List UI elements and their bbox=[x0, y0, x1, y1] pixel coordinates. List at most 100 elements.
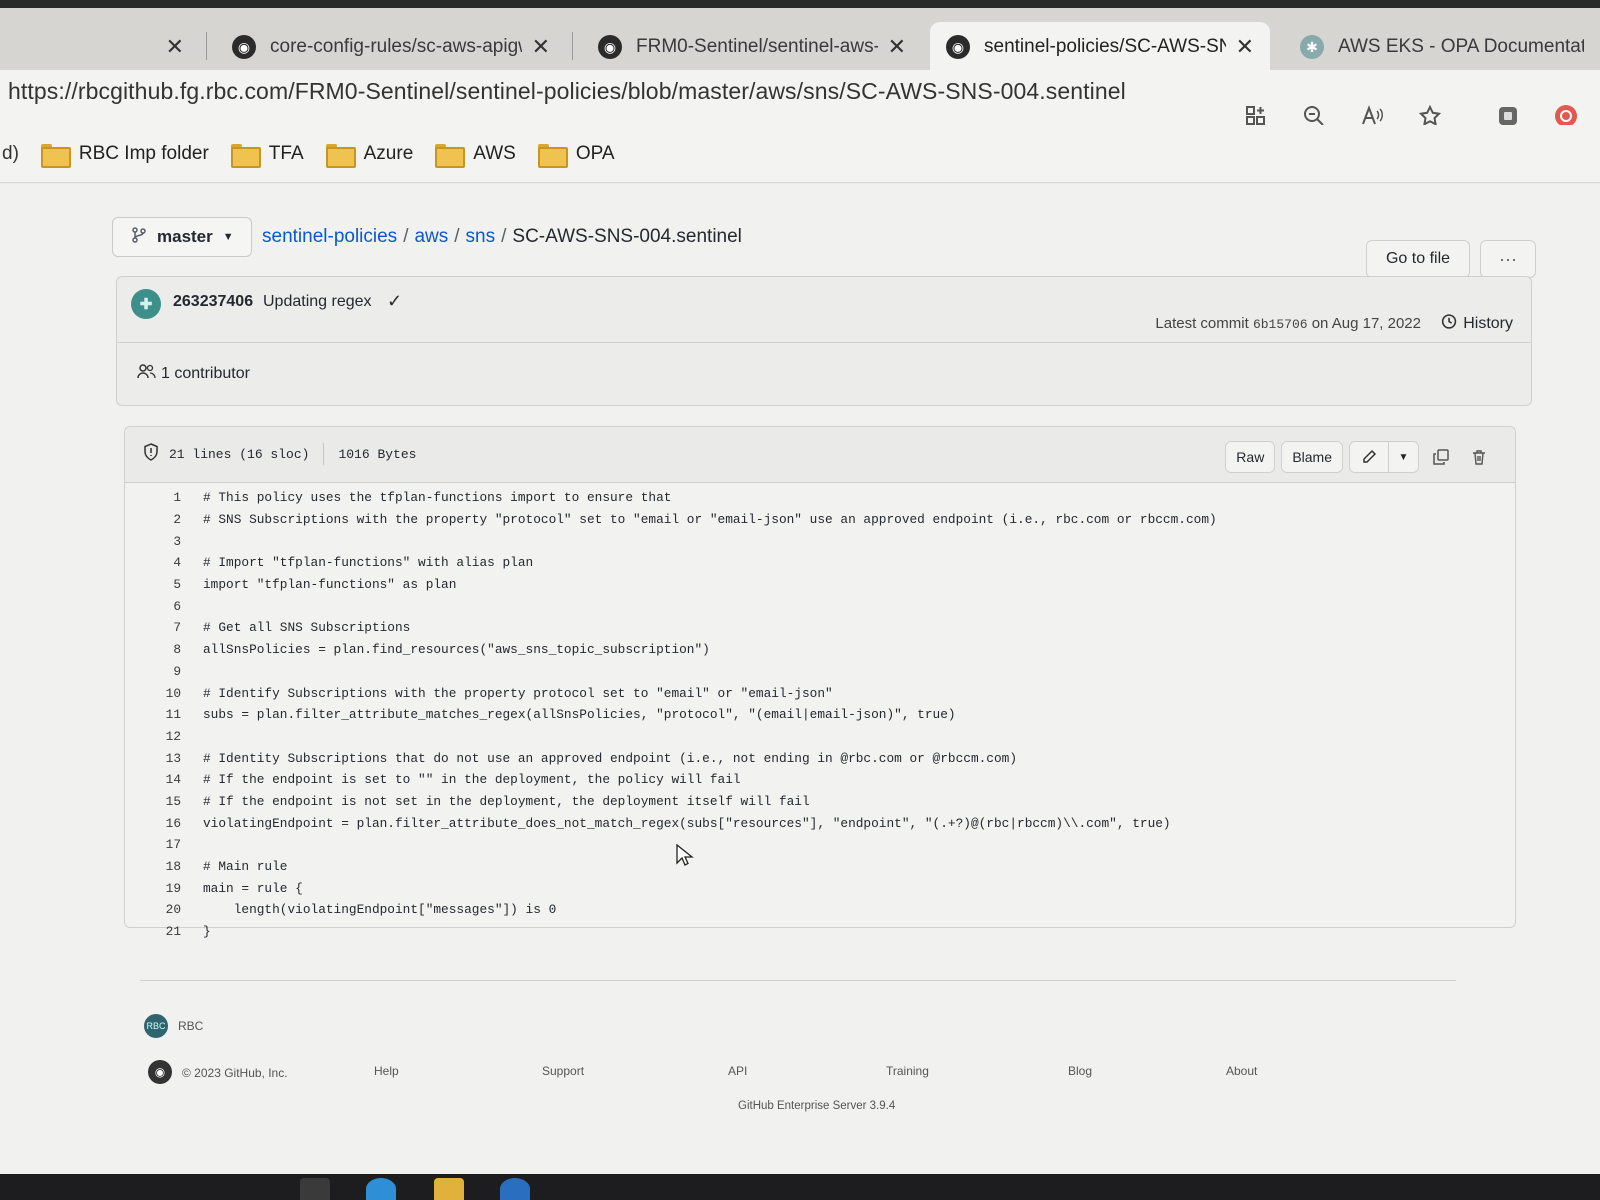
line-number[interactable]: 9 bbox=[125, 664, 181, 679]
file-info: 21 lines (16 sloc) 1016 Bytes bbox=[143, 443, 416, 465]
history-label: History bbox=[1463, 315, 1513, 332]
line-number[interactable]: 14 bbox=[125, 772, 181, 787]
commit-date: on Aug 17, 2022 bbox=[1311, 315, 1421, 332]
breadcrumb-dir-link[interactable]: aws bbox=[414, 226, 448, 247]
line-number[interactable]: 3 bbox=[125, 534, 181, 549]
commit-author[interactable]: 263237406 bbox=[173, 293, 253, 311]
footer-link-blog[interactable]: Blog bbox=[1068, 1064, 1092, 1078]
code-line: 18 # Main rule bbox=[125, 856, 1515, 878]
bookmark-folder-azure[interactable]: Azure bbox=[325, 143, 413, 168]
blame-button[interactable]: Blame bbox=[1281, 441, 1343, 473]
close-icon[interactable]: ✕ bbox=[1236, 34, 1254, 60]
breadcrumb-dir-link[interactable]: sns bbox=[466, 226, 496, 247]
chevron-down-icon[interactable]: ▼ bbox=[1388, 442, 1418, 472]
code-line: 21} bbox=[125, 921, 1515, 943]
line-number[interactable]: 11 bbox=[125, 707, 181, 722]
line-number[interactable]: 10 bbox=[125, 686, 181, 701]
footer-link-help[interactable]: Help bbox=[374, 1064, 399, 1078]
bookmark-folder-opa[interactable]: OPA bbox=[537, 142, 615, 168]
copy-icon[interactable] bbox=[1425, 441, 1457, 473]
code-line: 16 violatingEndpoint = plan.filter_attrib… bbox=[125, 812, 1515, 834]
contributors[interactable]: 1 contributor bbox=[137, 363, 250, 384]
bookmark-partial[interactable]: d) bbox=[0, 143, 19, 165]
task-view-icon[interactable] bbox=[300, 1178, 330, 1200]
browser-tab[interactable]: ◉ FRM0-Sentinel/sentinel-aws-poli ✕ bbox=[582, 22, 922, 72]
git-branch-icon bbox=[131, 226, 147, 248]
line-number[interactable]: 15 bbox=[125, 794, 181, 809]
code-line: 20 length(violatingEndpoint["messages"])… bbox=[125, 899, 1515, 921]
file-size: 1016 Bytes bbox=[338, 446, 417, 462]
line-number[interactable]: 19 bbox=[125, 881, 181, 896]
branch-selector-button[interactable]: master ▼ bbox=[112, 217, 252, 257]
browser-tab-active[interactable]: ◉ sentinel-policies/SC-AWS-SNS-0 ✕ bbox=[930, 22, 1270, 72]
address-bar: https://rbcgithub.fg.rbc.com/FRM0-Sentin… bbox=[0, 70, 1600, 127]
app-icon[interactable] bbox=[500, 1178, 530, 1200]
raw-button[interactable]: Raw bbox=[1225, 441, 1276, 473]
url-field[interactable]: https://rbcgithub.fg.rbc.com/FRM0-Sentin… bbox=[8, 78, 1126, 105]
commit-message[interactable]: Updating regex bbox=[263, 293, 372, 311]
footer-link-api[interactable]: API bbox=[728, 1064, 747, 1078]
line-number[interactable]: 16 bbox=[125, 816, 181, 831]
footer-link-training[interactable]: Training bbox=[886, 1064, 929, 1078]
line-number[interactable]: 5 bbox=[125, 577, 181, 592]
edge-browser-icon[interactable] bbox=[366, 1178, 396, 1200]
folder-icon bbox=[537, 143, 568, 168]
close-icon[interactable]: ✕ bbox=[532, 34, 550, 60]
line-number[interactable]: 20 bbox=[125, 902, 181, 917]
line-number[interactable]: 13 bbox=[125, 751, 181, 766]
bookmark-folder-aws[interactable]: AWS bbox=[435, 142, 516, 168]
close-icon[interactable]: ✕ bbox=[166, 34, 184, 60]
code-text: # Get all SNS Subscriptions bbox=[203, 620, 411, 636]
bookmark-label: AWS bbox=[473, 142, 516, 164]
line-number[interactable]: 12 bbox=[125, 729, 181, 744]
browser-tab[interactable]: ✱ AWS EKS - OPA Documentation bbox=[1284, 22, 1600, 72]
file-header: 21 lines (16 sloc) 1016 Bytes Raw Blame … bbox=[125, 427, 1515, 483]
footer-divider bbox=[140, 980, 1456, 981]
code-text: } bbox=[203, 924, 211, 940]
code-line: 6 bbox=[125, 595, 1515, 617]
code-line: 12 bbox=[125, 726, 1515, 748]
code-line: 9 bbox=[125, 661, 1515, 683]
bookmark-folder-rbc-imp[interactable]: RBC Imp folder bbox=[40, 143, 209, 168]
bookmark-label: OPA bbox=[575, 142, 615, 164]
line-number[interactable]: 18 bbox=[125, 859, 181, 874]
code-text: # SNS Subscriptions with the property "p… bbox=[203, 512, 1217, 528]
line-number[interactable]: 8 bbox=[125, 642, 181, 657]
commit-sha-link[interactable]: 6b15706 bbox=[1253, 317, 1308, 332]
footer-link-support[interactable]: Support bbox=[542, 1064, 584, 1078]
tab-title: FRM0-Sentinel/sentinel-aws-poli bbox=[636, 36, 878, 57]
line-number[interactable]: 6 bbox=[125, 599, 181, 614]
trash-icon[interactable] bbox=[1463, 441, 1495, 473]
pencil-icon[interactable] bbox=[1350, 442, 1388, 472]
code-text: # If the endpoint is set to "" in the de… bbox=[203, 772, 741, 788]
go-to-file-button[interactable]: Go to file bbox=[1366, 240, 1470, 278]
bookmark-folder-tfa[interactable]: TFA bbox=[230, 142, 304, 168]
branch-name: master bbox=[157, 227, 213, 246]
code-line: 2 # SNS Subscriptions with the property "… bbox=[125, 509, 1515, 531]
code-line: 14 # If the endpoint is set to "" in the … bbox=[125, 769, 1515, 791]
line-number[interactable]: 7 bbox=[125, 620, 181, 635]
history-link[interactable]: History bbox=[1440, 313, 1513, 335]
line-number[interactable]: 1 bbox=[125, 490, 181, 505]
breadcrumb-separator: / bbox=[501, 226, 507, 247]
code-line: 3 bbox=[125, 530, 1515, 552]
latest-commit-label: Latest commit bbox=[1155, 315, 1249, 332]
footer-link-about[interactable]: About bbox=[1226, 1064, 1257, 1078]
github-logo-icon[interactable]: ◉ bbox=[148, 1060, 172, 1084]
avatar[interactable]: ✚ bbox=[131, 289, 161, 319]
browser-tab[interactable]: ✕ bbox=[0, 22, 200, 72]
close-icon[interactable]: ✕ bbox=[888, 34, 906, 60]
browser-tab[interactable]: ◉ core-config-rules/sc-aws-apigw- ✕ bbox=[216, 22, 566, 72]
more-options-button[interactable]: ··· bbox=[1480, 240, 1536, 278]
line-number[interactable]: 17 bbox=[125, 837, 181, 852]
line-number[interactable]: 4 bbox=[125, 555, 181, 570]
code-line: 17 bbox=[125, 834, 1515, 856]
line-number[interactable]: 21 bbox=[125, 924, 181, 939]
breadcrumb-repo-link[interactable]: sentinel-policies bbox=[262, 226, 397, 247]
footer-server-version: GitHub Enterprise Server 3.9.4 bbox=[738, 1100, 896, 1112]
breadcrumb: sentinel-policies / aws / sns / SC-AWS-SNS-004… bbox=[262, 226, 742, 248]
github-icon: ◉ bbox=[946, 35, 970, 59]
file-explorer-icon[interactable] bbox=[434, 1178, 464, 1200]
line-number[interactable]: 2 bbox=[125, 512, 181, 527]
bookmark-label: TFA bbox=[268, 142, 304, 164]
